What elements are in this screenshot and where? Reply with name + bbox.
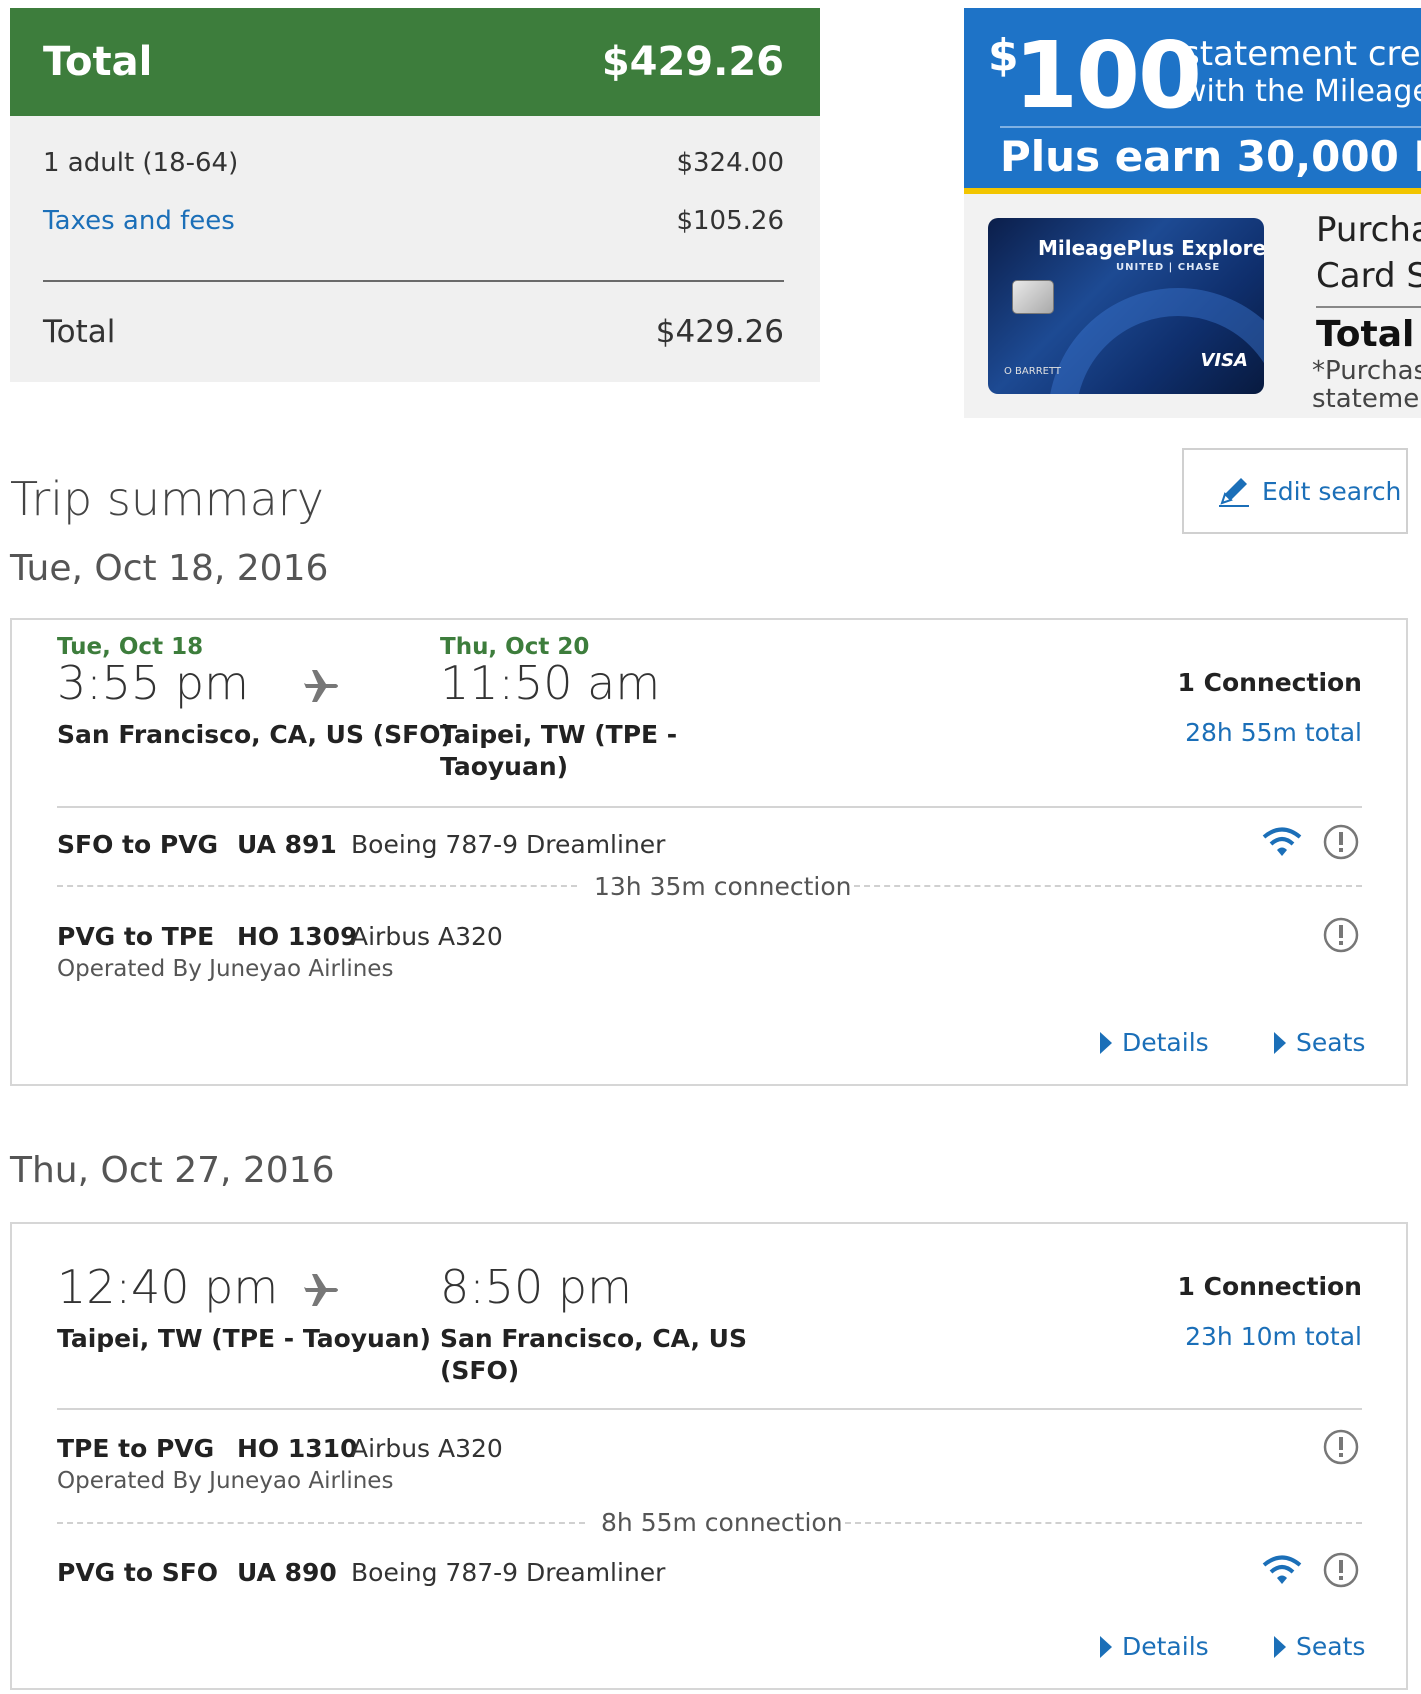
card-chip-icon [1012, 280, 1054, 314]
ad-divider-2 [1316, 306, 1421, 308]
segment-flight-number: HO 1310 [237, 1434, 358, 1463]
ad-divider [1000, 126, 1421, 128]
connections-count: 1 Connection [1177, 1272, 1363, 1301]
info-icon[interactable] [1322, 823, 1360, 861]
info-icon[interactable] [1322, 1551, 1360, 1589]
connection-dash-right [845, 1522, 1362, 1524]
return-flight-card: 12:40 pm Taipei, TW (TPE - Taoyuan) 8:50… [10, 1222, 1408, 1690]
segment-route: SFO to PVG [57, 830, 219, 859]
card-divider [57, 1408, 1362, 1410]
arrive-time: 11:50 am [440, 656, 661, 710]
seats-link[interactable]: Seats [1274, 1028, 1365, 1057]
segment-route: PVG to SFO [57, 1558, 219, 1587]
details-label: Details [1122, 1632, 1209, 1661]
ad-text-1: Purcha [1316, 210, 1421, 250]
price-row-amount: $324.00 [676, 148, 784, 178]
price-total-label: Total [43, 314, 116, 350]
caret-right-icon [1274, 1031, 1286, 1054]
depart-time: 3:55 pm [57, 656, 249, 710]
total-duration-link[interactable]: 28h 55m total [1185, 718, 1362, 747]
price-total-amount: $429.26 [655, 314, 784, 350]
info-icon[interactable] [1322, 916, 1360, 954]
arrive-time: 8:50 pm [440, 1260, 632, 1314]
price-divider [43, 280, 784, 282]
connection-duration: 8h 55m connection [601, 1508, 843, 1537]
plane-icon [304, 670, 338, 702]
segment-flight-number: HO 1309 [237, 922, 358, 951]
info-icon[interactable] [1322, 1428, 1360, 1466]
seats-link[interactable]: Seats [1274, 1632, 1365, 1661]
edit-search-button[interactable]: Edit search [1182, 448, 1408, 534]
details-link[interactable]: Details [1100, 1632, 1209, 1661]
caret-right-icon [1100, 1635, 1112, 1658]
seats-label: Seats [1296, 1632, 1366, 1661]
details-label: Details [1122, 1028, 1209, 1057]
segment-aircraft: Boeing 787-9 Dreamliner [351, 830, 666, 859]
ad-text-4: *Purchas [1312, 356, 1421, 386]
credit-card-image: MileagePlus Explorer UNITED | CHASE O BA… [988, 218, 1264, 394]
depart-city: Taipei, TW (TPE - Taoyuan) [57, 1324, 431, 1353]
ad-text-5: statemer [1312, 384, 1421, 414]
outbound-date-heading: Tue, Oct 18, 2016 [10, 548, 329, 589]
price-row-amount: $105.26 [676, 206, 784, 236]
segment-flight-number: UA 891 [237, 830, 337, 859]
arrive-city: Taipei, TW (TPE - [440, 720, 678, 749]
segment-flight-number: UA 890 [237, 1558, 337, 1587]
price-row-adult: 1 adult (18-64) $324.00 [43, 148, 784, 178]
caret-right-icon [1274, 1635, 1286, 1658]
arrive-city-cont: Taoyuan) [440, 752, 569, 781]
trip-summary-title: Trip summary [10, 472, 324, 526]
price-header: Total $429.26 [10, 8, 820, 116]
price-header-amount: $429.26 [601, 39, 784, 85]
segment-aircraft: Airbus A320 [351, 922, 503, 951]
operated-by: Operated By Juneyao Airlines [57, 956, 394, 982]
ad-headline-3: Plus earn 30,000 Bo [1000, 132, 1421, 181]
ad-headline-2: with the MileageP [1182, 74, 1421, 109]
wifi-icon [1262, 1555, 1302, 1584]
arrive-city-cont: (SFO) [440, 1356, 520, 1385]
outbound-flight-card: Tue, Oct 18 3:55 pm San Francisco, CA, U… [10, 618, 1408, 1086]
edit-search-label: Edit search [1262, 476, 1402, 506]
connection-dash-right [854, 885, 1362, 887]
segment-route: TPE to PVG [57, 1434, 215, 1463]
caret-right-icon [1100, 1031, 1112, 1054]
wifi-icon [1262, 827, 1302, 856]
price-header-label: Total [43, 39, 153, 85]
connection-duration: 13h 35m connection [594, 872, 852, 901]
depart-time: 12:40 pm [57, 1260, 279, 1314]
ad-text-2: Card St [1316, 256, 1421, 296]
ad-amount: 100 [1014, 22, 1202, 129]
ad-text-3: Total A [1316, 314, 1421, 355]
operated-by: Operated By Juneyao Airlines [57, 1468, 394, 1494]
connections-count: 1 Connection [1177, 668, 1363, 697]
card-globe-graphic [1048, 288, 1264, 394]
return-date-heading: Thu, Oct 27, 2016 [10, 1150, 335, 1191]
card-issuers: UNITED | CHASE [1116, 262, 1221, 273]
segment-route: PVG to TPE [57, 922, 215, 951]
plane-icon [304, 1274, 338, 1306]
card-holder: O BARRETT [1004, 366, 1062, 377]
ad-banner: $ 100 statement cred with the MileageP P… [964, 8, 1421, 194]
connection-dash-left [57, 1522, 585, 1524]
credit-card-ad[interactable]: $ 100 statement cred with the MileageP P… [964, 8, 1421, 418]
card-network: VISA [1200, 350, 1248, 371]
price-row-label: 1 adult (18-64) [43, 148, 239, 178]
price-row-total: Total $429.26 [43, 314, 784, 350]
pencil-icon [1219, 478, 1249, 507]
ad-headline-1: statement cred [1182, 34, 1421, 74]
price-summary-panel: Total $429.26 1 adult (18-64) $324.00 Ta… [10, 8, 820, 382]
segment-aircraft: Airbus A320 [351, 1434, 503, 1463]
total-duration-link[interactable]: 23h 10m total [1185, 1322, 1362, 1351]
details-link[interactable]: Details [1100, 1028, 1209, 1057]
card-divider [57, 806, 1362, 808]
taxes-and-fees-link[interactable]: Taxes and fees [43, 206, 235, 236]
price-row-taxes: Taxes and fees $105.26 [43, 206, 784, 236]
card-brand: MileagePlus Explorer [1038, 236, 1264, 260]
segment-aircraft: Boeing 787-9 Dreamliner [351, 1558, 666, 1587]
arrive-city: San Francisco, CA, US [440, 1324, 747, 1353]
depart-city: San Francisco, CA, US (SFO) [57, 720, 452, 749]
connection-dash-left [57, 885, 577, 887]
seats-label: Seats [1296, 1028, 1366, 1057]
